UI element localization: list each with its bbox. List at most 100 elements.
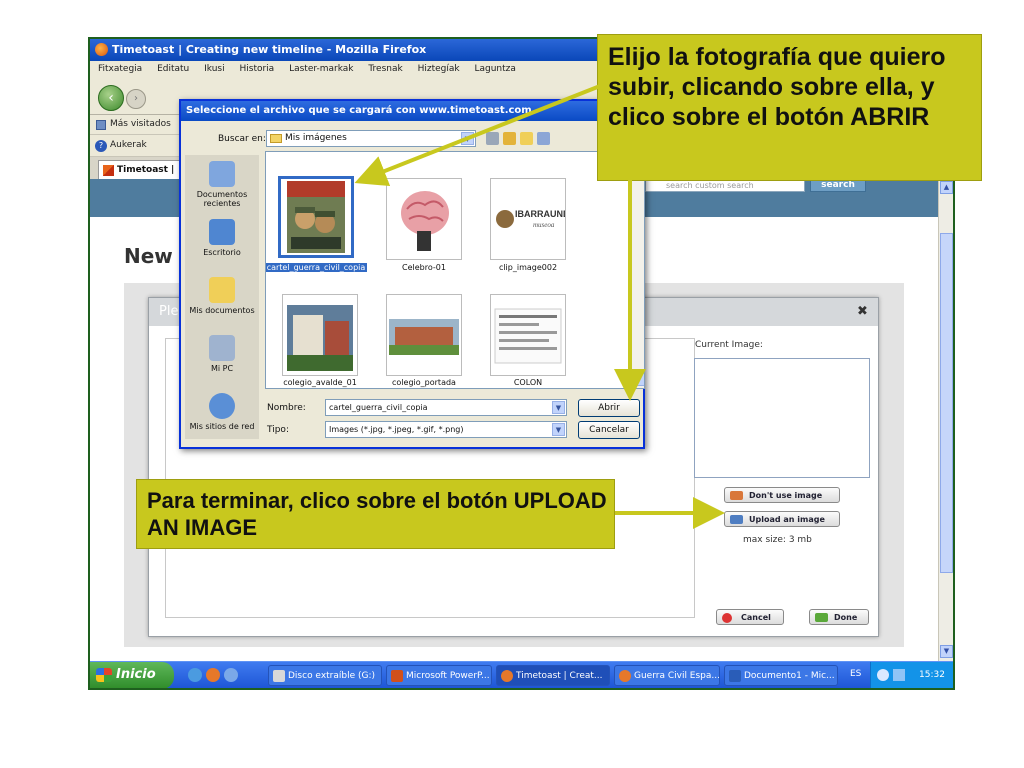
building-thumbnail-image [287,305,353,371]
tray-arrow-icon[interactable] [877,669,889,681]
menu-item[interactable]: Laguntza [474,64,515,74]
tab-timetoast[interactable]: Timetoast | [98,160,188,179]
document-thumbnail-image [494,308,562,364]
file-name[interactable]: clip_image002 [476,263,580,272]
page-scrollbar[interactable]: ▲ ▼ [938,179,953,661]
network-icon[interactable] [893,669,905,681]
cancel-upload-button[interactable]: Cancel [716,609,784,625]
scroll-down-arrow-icon[interactable]: ▼ [940,645,953,658]
place-recent-documents[interactable]: Documentos recientes [185,161,259,208]
file-name[interactable]: cartel_guerra_civil_copia [266,263,368,272]
upload-image-label: Upload an image [749,515,825,524]
task-firefox-timetoast[interactable]: Timetoast | Creat... [496,665,610,686]
menu-item[interactable]: Historia [239,64,274,74]
file-thumbnail[interactable] [386,178,462,260]
task-label: Microsoft PowerP... [406,671,490,681]
menu-item[interactable]: Hiztegíak [418,64,460,74]
chevron-down-icon[interactable]: ▼ [552,401,565,414]
task-label: Guerra Civil Espa... [634,671,720,681]
upload-image-button[interactable]: Upload an image [724,511,840,527]
chevron-down-icon[interactable]: ▼ [461,132,474,145]
instruction-callout-top: Elijo la fotografía que quiero subir, cl… [597,34,982,181]
up-folder-icon[interactable] [503,132,516,145]
menu-item[interactable]: Editatu [157,64,189,74]
forward-button[interactable]: › [126,89,146,109]
start-label: Inicio [116,667,156,682]
firefox-icon[interactable] [206,668,220,682]
options-menu[interactable]: Aukerak [110,140,147,150]
scroll-thumb[interactable] [940,233,953,573]
brain-thumbnail-image [401,191,449,251]
task-guerra-civil[interactable]: Guerra Civil Espa... [614,665,720,686]
new-folder-icon[interactable] [520,132,533,145]
task-removable-disk[interactable]: Disco extraíble (G:) [268,665,382,686]
file-list: cartel_guerra_civil_copia Celebro-01 IBA… [265,151,645,389]
dont-use-image-button[interactable]: Don't use image [724,487,840,503]
place-desktop[interactable]: Escritorio [185,219,259,257]
start-button[interactable]: Inicio [90,662,174,688]
file-name[interactable]: COLON [476,378,580,387]
file-name-field[interactable]: cartel_guerra_civil_copia ▼ [325,399,567,416]
done-label: Done [834,613,858,622]
bookmark-most-visited[interactable]: Más visitados [110,119,171,129]
chevron-down-icon[interactable]: ▼ [552,423,565,436]
task-label: Documento1 - Mic... [744,671,835,681]
dont-use-image-label: Don't use image [749,491,823,500]
tab-label: Timetoast | [117,165,175,175]
cancel-icon [722,613,732,623]
file-thumbnail[interactable] [386,294,462,376]
place-my-computer[interactable]: Mi PC [185,335,259,373]
file-thumbnail[interactable] [282,294,358,376]
file-thumbnail[interactable] [490,294,566,376]
place-label: Mi PC [210,364,234,373]
file-name[interactable]: colegio_avalde_01 [268,378,372,387]
firefox-icon [95,43,108,56]
file-thumbnail[interactable]: IBARRAUNDI museoa [490,178,572,260]
done-button[interactable]: Done [809,609,869,625]
cancel-upload-label: Cancel [741,613,771,622]
folder-icon [209,277,235,303]
scroll-up-arrow-icon[interactable]: ▲ [940,181,953,194]
file-type-label: Tipo: [267,425,289,435]
upload-icon [730,515,743,524]
current-image-label: Current Image: [695,340,763,350]
file-thumbnail[interactable] [278,176,354,258]
place-label: Mis sitios de red [189,422,255,431]
clock-icon [209,161,235,187]
look-in-dropdown[interactable]: Mis imágenes ▼ [266,130,476,147]
max-size-note: max size: 3 mb [743,535,812,545]
task-word-document[interactable]: Documento1 - Mic... [724,665,838,686]
menu-item[interactable]: Fitxategia [98,64,142,74]
menu-item[interactable]: Laster-markak [289,64,353,74]
back-button[interactable]: ‹ [98,85,124,111]
language-indicator[interactable]: ES [850,669,861,679]
word-icon [729,670,741,682]
file-name[interactable]: colegio_portada [372,378,476,387]
windows-taskbar: Inicio Disco extraíble (G:) Microsoft Po… [90,661,953,688]
page-title: New [124,244,173,268]
back-icon[interactable] [486,132,499,145]
checkmark-icon [815,613,828,622]
place-network[interactable]: Mis sitios de red [185,393,259,431]
close-icon[interactable]: ✖ [857,304,868,319]
instruction-callout-bottom: Para terminar, clico sobre el botón UPLO… [136,479,615,549]
scroll-down-arrow-icon[interactable]: ▼ [632,373,644,386]
file-list-scrollbar[interactable]: ▲ ▼ [630,152,644,388]
place-my-documents[interactable]: Mis documentos [185,277,259,315]
image-icon [730,491,743,500]
menu-item[interactable]: Ikusi [204,64,224,74]
view-menu-icon[interactable] [537,132,550,145]
place-label: Escritorio [203,248,241,257]
clock: 15:32 [919,670,945,680]
menu-item[interactable]: Tresnak [368,64,402,74]
open-button[interactable]: Abrir [578,399,640,417]
file-dialog-title: Seleccione el archivo que se cargará con… [181,101,643,121]
search-icon[interactable] [224,668,238,682]
file-name[interactable]: Celebro-01 [372,263,476,272]
cancel-button[interactable]: Cancelar [578,421,640,439]
help-icon: ? [95,140,107,152]
ie-icon[interactable] [188,668,202,682]
bookmark-icon [96,120,106,130]
file-type-select[interactable]: Images (*.jpg, *.jpeg, *.gif, *.png) ▼ [325,421,567,438]
task-powerpoint[interactable]: Microsoft PowerP... [386,665,492,686]
